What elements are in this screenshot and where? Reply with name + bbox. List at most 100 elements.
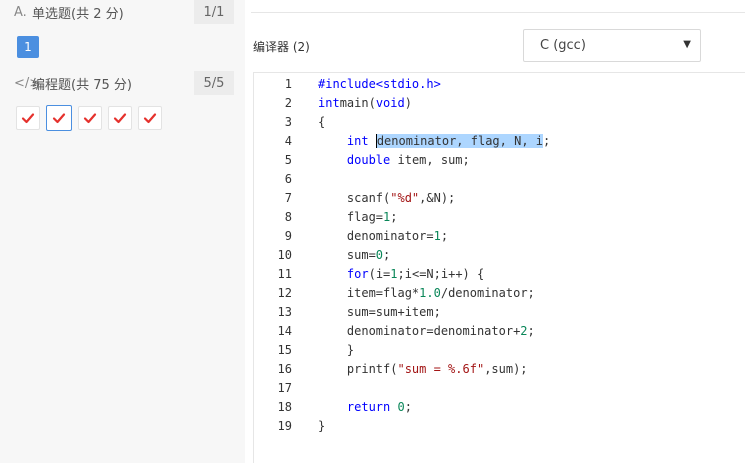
code-token: 2	[520, 324, 528, 338]
question-status-2[interactable]	[46, 105, 72, 131]
code-token: void	[375, 96, 405, 110]
main-panel: 编译器 (2) C (gcc) ▼ 1 2 3 4 5 6 7 8 9 10 11 12 13 14 15 1…	[245, 0, 745, 463]
checkmark-icon	[143, 113, 157, 124]
code-token: ,&N);	[419, 191, 456, 205]
section-single-choice[interactable]: A. 单选题(共 2 分) 1/1	[14, 0, 234, 24]
divider	[251, 12, 745, 13]
question-status-3[interactable]	[78, 106, 102, 130]
checkmark-icon	[52, 113, 66, 124]
line-number: 9	[284, 229, 292, 243]
line-number: 2	[284, 96, 292, 110]
line-number: 3	[284, 115, 292, 129]
code-editor[interactable]: 1 2 3 4 5 6 7 8 9 10 11 12 13 14 15 16 17 18 19 #include<s…	[253, 72, 745, 463]
line-number: 14	[277, 324, 292, 338]
code-token: flag=	[318, 210, 384, 224]
compiler-select[interactable]: C (gcc) ▼	[523, 29, 701, 62]
question-1-button[interactable]: 1	[17, 36, 39, 58]
code-token: 1	[390, 267, 398, 281]
code-line: int denominator, flag, N, i;	[318, 132, 550, 151]
line-number: 6	[284, 172, 292, 186]
selected-text: denominator, flag, N, i	[375, 134, 543, 148]
code-line: scanf("%d",&N);	[318, 189, 455, 208]
code-token: sum=sum+item;	[318, 305, 441, 319]
line-number: 10	[277, 248, 292, 262]
code-token: 0	[375, 248, 384, 262]
line-number: 1	[284, 77, 292, 91]
code-line: flag=1;	[318, 208, 398, 227]
code-token: ;i<=N;i++) {	[397, 267, 485, 281]
code-line: printf("sum = %.6f",sum);	[318, 360, 528, 379]
code-line: return 0;	[318, 398, 412, 417]
chevron-down-icon: ▼	[683, 39, 691, 50]
question-status-5[interactable]	[138, 106, 162, 130]
line-number: 17	[277, 381, 292, 395]
code-line: }	[318, 341, 354, 360]
section-programming[interactable]: </> 编程题(共 75 分) 5/5	[14, 71, 234, 95]
code-token: int	[346, 134, 369, 148]
code-line: intmain(void)	[318, 94, 412, 113]
checkmark-icon	[113, 113, 127, 124]
code-token: ,sum);	[484, 362, 528, 376]
question-status-1[interactable]	[16, 106, 40, 130]
code-token: double	[346, 153, 391, 167]
line-number: 7	[284, 191, 292, 205]
code-token: 1	[433, 229, 441, 243]
line-number: 4	[284, 134, 292, 148]
line-number: 16	[277, 362, 292, 376]
code-icon: </>	[14, 75, 41, 91]
code-line: item=flag*1.0/denominator;	[318, 284, 535, 303]
code-token: )	[404, 96, 412, 110]
code-token: {	[318, 115, 326, 129]
section-title: 单选题(共 2 分)	[32, 6, 124, 22]
code-line: double item, sum;	[318, 151, 470, 170]
line-number: 18	[277, 400, 292, 414]
line-number: 15	[277, 343, 292, 357]
code-token: 1.0	[419, 286, 441, 300]
question-status-4[interactable]	[108, 106, 132, 130]
question-sidebar: A. 单选题(共 2 分) 1/1 1 </> 编程题(共 75 分) 5/5	[0, 0, 245, 463]
code-token: denominator=	[318, 229, 434, 243]
line-number: 8	[284, 210, 292, 224]
line-number: 12	[277, 286, 292, 300]
code-token: sum=	[318, 248, 376, 262]
code-line: {	[318, 113, 325, 132]
code-token: "%d"	[390, 191, 420, 205]
code-line: denominator=1;	[318, 227, 448, 246]
question-status-list	[16, 105, 162, 131]
code-token: item, sum;	[390, 153, 470, 167]
code-token: ;	[440, 229, 449, 243]
code-line: }	[318, 417, 325, 436]
code-token: ;	[527, 324, 535, 338]
section-count: 1/1	[194, 0, 234, 24]
code-token: for	[346, 267, 369, 281]
code-token: scanf(	[318, 191, 391, 205]
code-token: item=flag*	[318, 286, 420, 300]
code-token: /denominator;	[440, 286, 535, 300]
code-token: "sum = %.6f"	[397, 362, 485, 376]
section-count: 5/5	[194, 71, 234, 95]
code-token: }	[318, 343, 355, 357]
line-number: 13	[277, 305, 292, 319]
compiler-select-value: C (gcc)	[540, 38, 586, 53]
code-line: #include<stdio.h>	[318, 75, 441, 94]
line-number: 5	[284, 153, 292, 167]
code-token: (i=	[368, 267, 391, 281]
code-line: denominator=denominator+2;	[318, 322, 535, 341]
compiler-label: 编译器 (2)	[253, 40, 310, 54]
code-token: 0	[397, 400, 405, 414]
code-token: ;	[390, 210, 398, 224]
code-token: ;	[383, 248, 391, 262]
code-token: }	[318, 419, 326, 433]
code-token: main(	[339, 96, 376, 110]
code-token: return	[346, 400, 391, 414]
code-token: denominator=denominator+	[318, 324, 521, 338]
section-title: 编程题(共 75 分)	[32, 77, 132, 93]
code-line: for(i=1;i<=N;i++) {	[318, 265, 484, 284]
code-token: #include<stdio.h>	[318, 77, 441, 91]
checkmark-icon	[21, 113, 35, 124]
